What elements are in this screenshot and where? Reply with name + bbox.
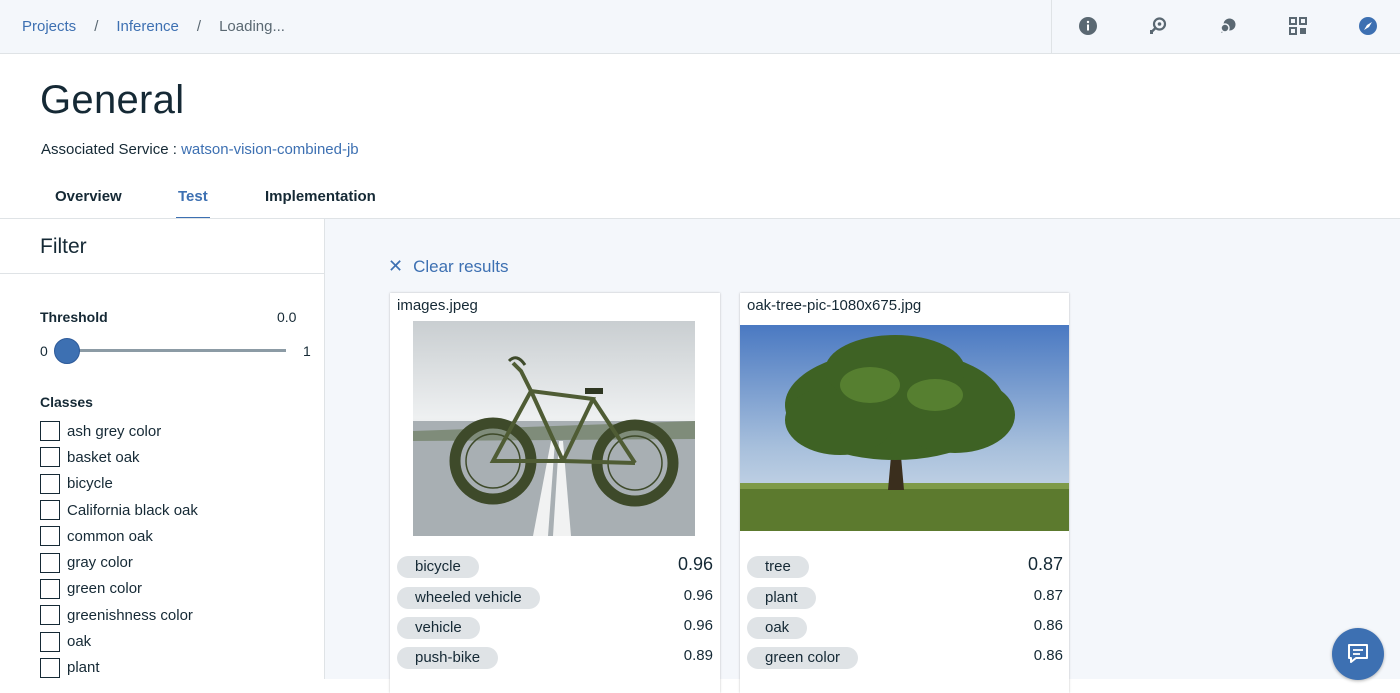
class-checkbox-item[interactable]: common oak bbox=[40, 523, 198, 549]
class-label: gray color bbox=[67, 554, 133, 572]
class-score: 0.89 bbox=[683, 647, 713, 664]
tag-row: push-bike 0.89 bbox=[397, 647, 713, 673]
close-icon: ✕ bbox=[388, 256, 404, 276]
class-label: basket oak bbox=[67, 448, 140, 466]
page-title: General bbox=[40, 78, 185, 122]
apps-grid-icon[interactable] bbox=[1287, 15, 1309, 37]
checkbox[interactable] bbox=[40, 657, 60, 678]
filter-sidebar: Filter Threshold 0.0 0 1 Classes ash gre… bbox=[0, 218, 325, 679]
class-score: 0.86 bbox=[1033, 647, 1063, 664]
class-label: ash grey color bbox=[67, 422, 162, 440]
class-score: 0.86 bbox=[1033, 617, 1063, 634]
class-tag[interactable]: oak bbox=[747, 617, 808, 639]
class-checkbox-item[interactable]: greenishness color bbox=[40, 602, 198, 628]
class-checkbox-item[interactable]: green color bbox=[40, 576, 198, 602]
checkbox[interactable] bbox=[40, 552, 60, 573]
threshold-value: 0.0 bbox=[277, 309, 297, 325]
class-score: 0.96 bbox=[683, 587, 713, 604]
checkbox[interactable] bbox=[40, 473, 60, 494]
oak-tree-photo bbox=[740, 325, 1069, 531]
result-card: images.jpeg bicycle 0.96 wheeled vehicle… bbox=[390, 293, 720, 693]
class-checkbox-item[interactable]: basket oak bbox=[40, 444, 198, 470]
search-docs-icon[interactable] bbox=[1147, 15, 1169, 37]
tag-row: tree 0.87 bbox=[747, 554, 1063, 582]
class-checkbox-item[interactable]: California black oak bbox=[40, 497, 198, 523]
card-filename: images.jpeg bbox=[397, 297, 478, 314]
class-tag[interactable]: green color bbox=[747, 647, 859, 669]
tag-row: vehicle 0.96 bbox=[397, 617, 713, 643]
checkbox[interactable] bbox=[40, 578, 60, 599]
filter-title: Filter bbox=[40, 235, 87, 258]
class-score: 0.87 bbox=[1033, 587, 1063, 604]
compass-icon[interactable] bbox=[1357, 15, 1379, 37]
associated-service-label: Associated Service : bbox=[41, 141, 177, 158]
info-icon[interactable] bbox=[1077, 15, 1099, 37]
class-tag[interactable]: vehicle bbox=[397, 617, 480, 639]
associated-service-link[interactable]: watson-vision-combined-jb bbox=[181, 141, 359, 158]
class-label: common oak bbox=[67, 527, 153, 545]
associated-service: Associated Service : watson-vision-combi… bbox=[41, 141, 359, 158]
threshold-label: Threshold bbox=[40, 309, 108, 325]
class-tag[interactable]: push-bike bbox=[397, 647, 499, 669]
class-label: bicycle bbox=[67, 475, 113, 493]
tag-row: plant 0.87 bbox=[747, 587, 1063, 613]
class-list: ash grey color basket oak bicycle Califo… bbox=[40, 418, 198, 681]
class-checkbox-item[interactable]: gray color bbox=[40, 549, 198, 575]
slider-min-label: 0 bbox=[40, 343, 48, 359]
class-score: 0.96 bbox=[683, 617, 713, 634]
clear-results-label: Clear results bbox=[413, 256, 509, 276]
tag-row: green color 0.86 bbox=[747, 647, 1063, 673]
divider bbox=[0, 273, 324, 274]
tab-test[interactable]: Test bbox=[178, 188, 208, 205]
chat-button[interactable] bbox=[1332, 628, 1384, 680]
class-checkbox-item[interactable]: plant bbox=[40, 655, 198, 681]
tag-row: oak 0.86 bbox=[747, 617, 1063, 643]
results-panel: ✕ Clear results images.jpeg bicycle 0.96… bbox=[325, 218, 1400, 693]
class-tag[interactable]: wheeled vehicle bbox=[397, 587, 540, 609]
bicycle-photo bbox=[413, 321, 695, 536]
checkbox[interactable] bbox=[40, 447, 60, 468]
chat-icon bbox=[1348, 644, 1368, 663]
class-checkbox-item[interactable]: bicycle bbox=[40, 471, 198, 497]
checkbox[interactable] bbox=[40, 500, 60, 521]
breadcrumb-inference[interactable]: Inference bbox=[116, 18, 179, 35]
tab-bar: Overview Test Implementation bbox=[0, 178, 1400, 219]
class-tag[interactable]: tree bbox=[747, 556, 809, 578]
breadcrumb-projects[interactable]: Projects bbox=[22, 18, 76, 35]
breadcrumb: Projects / Inference / Loading... bbox=[22, 0, 285, 52]
class-label: plant bbox=[67, 659, 100, 677]
classes-label: Classes bbox=[40, 394, 93, 410]
breadcrumb-current: Loading... bbox=[219, 17, 285, 35]
tab-implementation[interactable]: Implementation bbox=[265, 188, 376, 205]
tag-row: wheeled vehicle 0.96 bbox=[397, 587, 713, 613]
slider-thumb[interactable] bbox=[54, 338, 80, 364]
class-checkbox-item[interactable]: ash grey color bbox=[40, 418, 198, 444]
breadcrumb-separator: / bbox=[196, 17, 202, 35]
class-label: greenishness color bbox=[67, 606, 193, 624]
result-card: oak-tree-pic-1080x675.jpg tree 0.87 plan… bbox=[740, 293, 1069, 693]
tab-overview[interactable]: Overview bbox=[55, 188, 122, 205]
tag-row: bicycle 0.96 bbox=[397, 554, 713, 582]
class-checkbox-item[interactable]: oak bbox=[40, 628, 198, 654]
class-score: 0.96 bbox=[677, 554, 713, 574]
checkbox[interactable] bbox=[40, 526, 60, 547]
threshold-slider[interactable] bbox=[66, 349, 286, 352]
chat-bubbles-icon[interactable] bbox=[1217, 15, 1239, 37]
slider-max-label: 1 bbox=[303, 343, 311, 359]
clear-results-button[interactable]: ✕ Clear results bbox=[388, 256, 509, 277]
top-bar: Projects / Inference / Loading... bbox=[0, 0, 1400, 54]
checkbox[interactable] bbox=[40, 421, 60, 442]
checkbox[interactable] bbox=[40, 631, 60, 652]
class-label: green color bbox=[67, 580, 143, 598]
class-label: California black oak bbox=[67, 501, 198, 519]
class-tag[interactable]: plant bbox=[747, 587, 816, 609]
breadcrumb-separator: / bbox=[94, 17, 99, 35]
class-label: oak bbox=[67, 633, 92, 651]
header-icon-bar bbox=[1051, 0, 1400, 53]
checkbox[interactable] bbox=[40, 605, 60, 626]
card-filename: oak-tree-pic-1080x675.jpg bbox=[747, 297, 922, 314]
class-score: 0.87 bbox=[1027, 554, 1063, 574]
class-tag[interactable]: bicycle bbox=[397, 556, 479, 578]
